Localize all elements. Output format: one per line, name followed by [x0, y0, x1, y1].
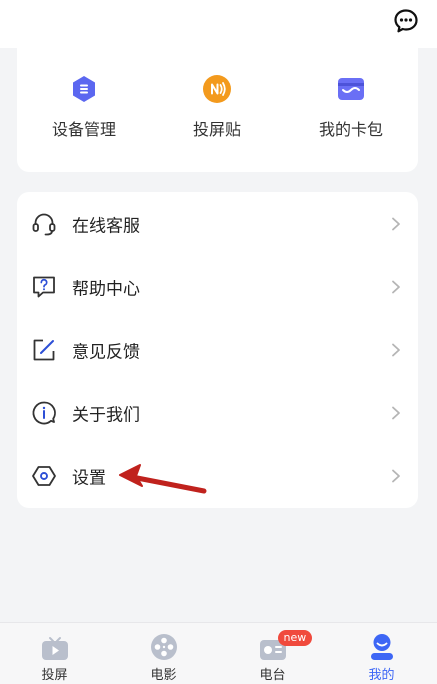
info-icon: [32, 401, 56, 424]
chat-bubble-icon: [394, 9, 418, 33]
tab-mine[interactable]: 我的: [327, 623, 436, 684]
menu-item-help-center[interactable]: 帮助中心: [17, 255, 418, 318]
tab-label: 电台: [259, 668, 286, 683]
settings-hexagon-icon: [32, 465, 56, 486]
card-wallet-button[interactable]: 我的卡包: [291, 74, 411, 144]
feedback-edit-icon: [33, 339, 55, 360]
menu-item-label: 在线客服: [72, 216, 140, 236]
film-reel-icon: [150, 634, 177, 660]
menu-item-label: 意见反馈: [72, 342, 140, 362]
top-bar: [0, 0, 437, 48]
menu-card: 在线客服 帮助中心 意见反馈 关于我们 设置: [17, 192, 418, 508]
menu-item-label: 设置: [72, 468, 106, 488]
chat-button[interactable]: [393, 8, 419, 34]
tab-label: 我的: [368, 668, 395, 683]
menu-item-online-service[interactable]: 在线客服: [17, 192, 418, 255]
tab-label: 投屏: [41, 668, 68, 683]
tab-radio[interactable]: new 电台: [218, 623, 327, 684]
menu-item-about-us[interactable]: 关于我们: [17, 381, 418, 444]
help-question-icon: [33, 276, 55, 297]
tab-cast[interactable]: 投屏: [0, 623, 109, 684]
menu-item-label: 帮助中心: [72, 279, 140, 299]
new-badge: new: [277, 630, 313, 646]
bottom-tab-bar: 投屏 电影 new 电台 我的: [0, 622, 437, 684]
tab-label: 电影: [150, 668, 177, 683]
quick-actions-card: 设备管理 投屏贴 我的卡包: [17, 48, 418, 172]
card-wallet-icon: [338, 78, 364, 100]
headset-icon: [32, 213, 56, 235]
chevron-right-icon: [392, 343, 400, 356]
nfc-sticker-icon: [203, 75, 231, 103]
cast-sticker-button[interactable]: 投屏贴: [157, 74, 277, 144]
menu-item-settings[interactable]: 设置: [17, 444, 418, 507]
chevron-right-icon: [392, 406, 400, 419]
tab-movies[interactable]: 电影: [109, 623, 218, 684]
chevron-right-icon: [392, 217, 400, 230]
device-management-button[interactable]: 设备管理: [24, 74, 144, 144]
quick-action-label: 设备管理: [51, 120, 116, 139]
menu-item-label: 关于我们: [72, 405, 140, 425]
cast-tv-icon: [41, 637, 68, 660]
quick-action-label: 我的卡包: [318, 120, 383, 139]
quick-action-label: 投屏贴: [192, 120, 241, 139]
chevron-right-icon: [392, 280, 400, 293]
device-hexagon-icon: [73, 76, 95, 102]
profile-icon: [370, 634, 393, 660]
chevron-right-icon: [392, 469, 400, 482]
menu-item-feedback[interactable]: 意见反馈: [17, 318, 418, 381]
